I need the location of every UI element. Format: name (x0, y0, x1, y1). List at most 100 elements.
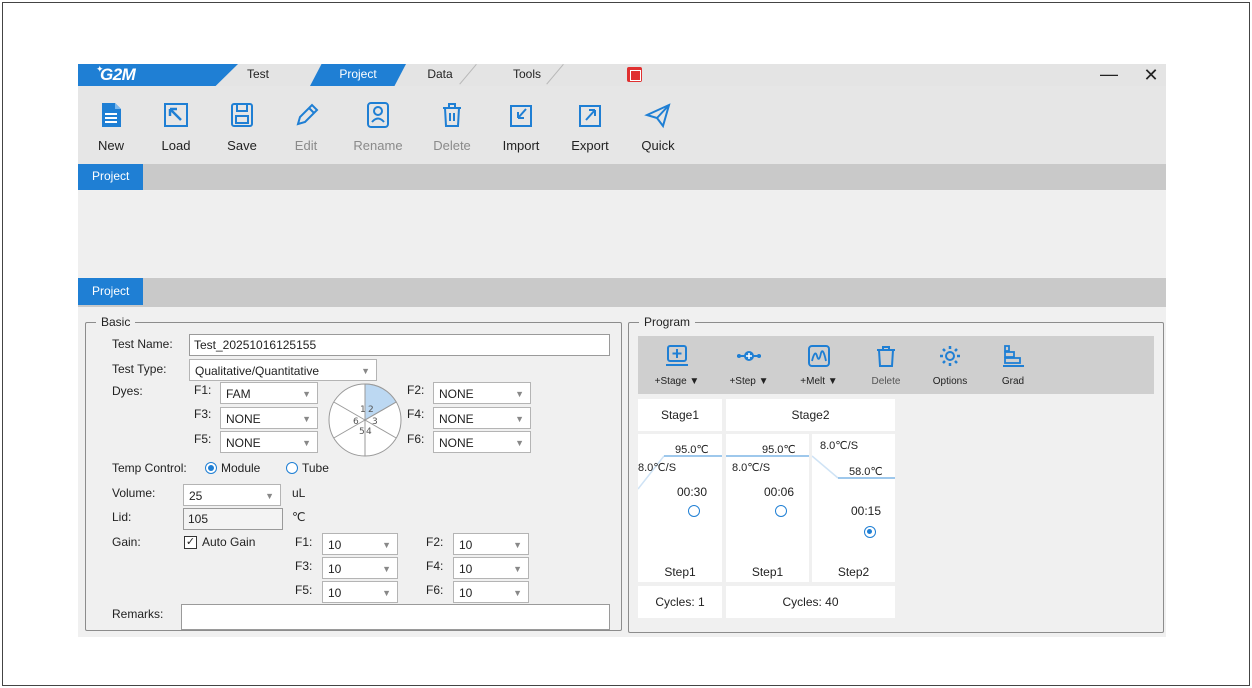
top-project-header: Project (78, 164, 1166, 190)
tab-tools[interactable]: Tools (492, 64, 562, 86)
melt-curve-icon (808, 345, 830, 367)
stage1-step1-cell[interactable]: 95.0℃ 8.0℃/S 00:30 Step1 (638, 434, 722, 582)
lid-unit: ℃ (292, 510, 306, 524)
chevron-down-icon: ▼ (515, 389, 524, 399)
temp-module-radio[interactable] (205, 462, 217, 474)
dye-f4-select[interactable]: NONE ▼ (433, 407, 531, 429)
wheel-number: 1 (360, 405, 366, 415)
stage2-step1-radio[interactable] (775, 505, 787, 517)
remarks-label: Remarks: (112, 607, 164, 621)
rename-button[interactable]: Rename (348, 100, 408, 153)
gain-f1-select[interactable]: 10 ▼ (322, 533, 398, 555)
export-icon (579, 105, 601, 127)
edit-button[interactable]: Edit (276, 100, 336, 153)
stage2-step2-cell[interactable]: 8.0℃/S 58.0℃ 00:15 Step2 (812, 434, 895, 582)
logo: ✦ G2M (78, 64, 238, 86)
close-document-icon[interactable] (627, 67, 642, 82)
dye-f6-select[interactable]: NONE ▼ (433, 431, 531, 453)
channel-wheel[interactable]: 1 2 3 4 5 6 (327, 382, 403, 458)
delete-step-button[interactable]: Delete (858, 344, 914, 387)
new-button[interactable]: New (81, 100, 141, 153)
chevron-down-icon: ▼ (515, 438, 524, 448)
tab-project[interactable]: Project (310, 64, 406, 86)
gain-f2-select[interactable]: 10 ▼ (453, 533, 529, 555)
auto-gain-label: Auto Gain (202, 535, 256, 549)
title-bar: ✦ G2M Test Project Data Tools — ✕ (78, 64, 1166, 86)
tab-test[interactable]: Test (223, 64, 293, 86)
stage2-header[interactable]: Stage2 (726, 399, 895, 431)
chevron-down-icon: ▼ (515, 414, 524, 424)
chevron-down-icon: ▼ (513, 564, 522, 574)
gain-f3-label: F3: (295, 559, 313, 573)
gain-label: Gain: (112, 535, 141, 549)
chevron-down-icon: ▼ (513, 540, 522, 550)
lid-label: Lid: (112, 510, 132, 524)
stage2-step1-time[interactable]: 00:06 (764, 485, 794, 499)
gain-f3-select[interactable]: 10 ▼ (322, 557, 398, 579)
dye-f5-label: F5: (194, 432, 212, 446)
quick-button[interactable]: Quick (628, 100, 688, 153)
test-name-input[interactable]: Test_20251016125155 (189, 334, 610, 356)
paper-plane-icon (644, 103, 671, 129)
import-button[interactable]: Import (491, 100, 551, 153)
dye-f2-select[interactable]: NONE ▼ (433, 382, 531, 404)
test-type-label: Test Type: (112, 362, 167, 376)
remarks-input[interactable] (181, 604, 610, 630)
stage1-cycles[interactable]: Cycles: 1 (638, 586, 722, 618)
stage2-step1-cell[interactable]: 95.0℃ 8.0℃/S 00:06 Step1 (726, 434, 809, 582)
wheel-number: 4 (366, 427, 372, 437)
wheel-number: 2 (368, 405, 374, 415)
stage2-cycles[interactable]: Cycles: 40 (726, 586, 895, 618)
chevron-down-icon: ▼ (302, 389, 311, 399)
stage1-step1-time[interactable]: 00:30 (677, 485, 707, 499)
add-step-button[interactable]: +Step ▼ (721, 344, 777, 387)
volume-unit: uL (292, 486, 306, 500)
top-project-tab[interactable]: Project (78, 164, 144, 190)
temp-tube-radio[interactable] (286, 462, 298, 474)
dye-f3-label: F3: (194, 407, 212, 421)
load-button[interactable]: Load (146, 100, 206, 153)
dye-f6-label: F6: (407, 432, 425, 446)
grad-button[interactable]: Grad (985, 344, 1041, 387)
rename-icon (367, 102, 389, 128)
save-button[interactable]: Save (212, 100, 272, 153)
dye-f5-select[interactable]: NONE ▼ (220, 431, 318, 453)
pencil-icon (296, 103, 319, 126)
close-window-button[interactable]: ✕ (1140, 64, 1162, 86)
delete-button[interactable]: Delete (422, 100, 482, 153)
dye-f1-select[interactable]: FAM ▼ (220, 382, 318, 404)
dyes-label: Dyes: (112, 384, 143, 398)
tab-data[interactable]: Data (405, 64, 475, 86)
test-type-select[interactable]: Qualitative/Quantitative ▼ (189, 359, 377, 381)
temp-control-label: Temp Control: (112, 461, 187, 475)
add-melt-button[interactable]: +Melt ▼ (791, 344, 847, 387)
lid-temperature-input[interactable]: 105 (183, 508, 283, 530)
stage2-step2-radio[interactable] (864, 526, 876, 538)
logo-text: G2M (100, 65, 136, 84)
temp-module-label: Module (221, 461, 261, 475)
auto-gain-checkbox[interactable]: ✓ (184, 536, 197, 549)
add-stage-button[interactable]: +Stage ▼ (649, 344, 705, 387)
gain-f5-select[interactable]: 10 ▼ (322, 581, 398, 603)
options-button[interactable]: Options (922, 344, 978, 387)
wheel-number: 5 (359, 427, 365, 437)
gain-f4-select[interactable]: 10 ▼ (453, 557, 529, 579)
gain-f6-select[interactable]: 10 ▼ (453, 581, 529, 603)
export-button[interactable]: Export (560, 100, 620, 153)
minimize-button[interactable]: — (1098, 65, 1120, 85)
stage1-header[interactable]: Stage1 (638, 399, 722, 431)
chevron-down-icon: ▼ (382, 588, 391, 598)
program-group: Program +Stage ▼ +Step ▼ +Melt ▼ Delete … (628, 315, 1164, 633)
chevron-down-icon: ▼ (382, 540, 391, 550)
stage2-step2-time[interactable]: 00:15 (851, 504, 881, 518)
program-toolbar: +Stage ▼ +Step ▼ +Melt ▼ Delete Options … (638, 336, 1154, 394)
bottom-project-header: Project (78, 278, 1166, 307)
dye-f3-select[interactable]: NONE ▼ (220, 407, 318, 429)
stage1-step1-radio[interactable] (688, 505, 700, 517)
bottom-project-tab[interactable]: Project (78, 278, 144, 305)
add-stage-icon (666, 345, 688, 366)
dye-f4-label: F4: (407, 407, 425, 421)
save-icon (231, 103, 253, 127)
trash-icon (877, 346, 895, 367)
volume-select[interactable]: 25 ▼ (183, 484, 281, 506)
